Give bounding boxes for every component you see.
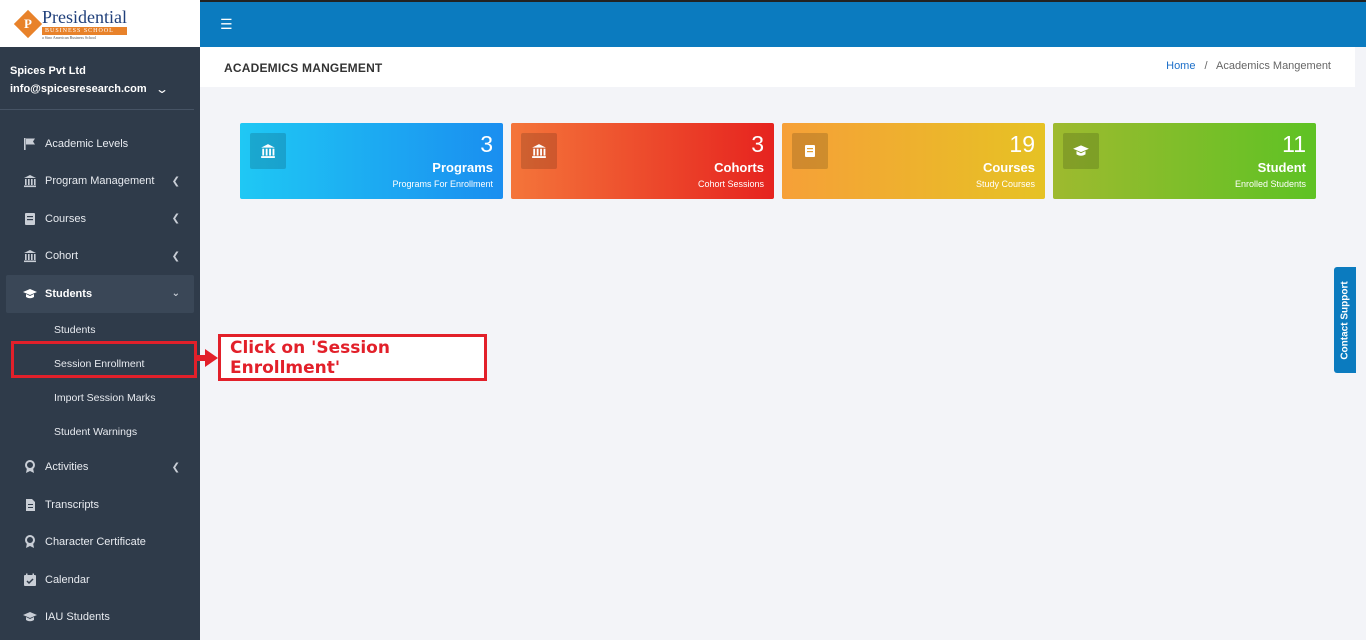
stat-number: 3 <box>480 131 493 157</box>
stat-card-programs[interactable]: 3 Programs Programs For Enrollment <box>240 123 503 199</box>
scrollbar[interactable] <box>1355 47 1366 640</box>
submenu-item-import-session-marks[interactable]: Import Session Marks <box>0 381 200 415</box>
logo-tagline: a Sino American Business School <box>42 34 96 40</box>
page-title: ACADEMICS MANGEMENT <box>224 61 383 75</box>
stat-label: Programs <box>432 160 493 175</box>
chevron-left-icon: ❮ <box>171 461 180 473</box>
institution-icon <box>521 133 557 169</box>
annotation-callout: Click on 'Session Enrollment' <box>218 334 487 381</box>
top-navbar: ☰ <box>200 0 1366 47</box>
sidebar-item-iau-students[interactable]: IAU Students <box>0 599 200 637</box>
logo-title: Presidential <box>42 6 127 27</box>
sidebar-item-transcripts[interactable]: Transcripts <box>0 486 200 524</box>
institution-icon <box>22 173 38 189</box>
sidebar-item-character-certificate[interactable]: Character Certificate <box>0 524 200 562</box>
sidebar-item-label: Calendar <box>45 573 90 586</box>
students-submenu: Students Session Enrollment Import Sessi… <box>0 313 200 449</box>
sidebar-item-label: Transcripts <box>45 498 99 511</box>
calendar-check-icon <box>22 572 38 588</box>
graduation-cap-icon <box>22 286 38 302</box>
logo-mark-icon: P <box>13 9 43 38</box>
breadcrumb-home-link[interactable]: Home <box>1166 60 1195 72</box>
annotation-text: Click on 'Session Enrollment' <box>230 337 390 378</box>
stat-card-courses[interactable]: 19 Courses Study Courses <box>782 123 1045 199</box>
user-email: info@spicesresearch.com <box>10 83 147 95</box>
submenu-item-student-warnings[interactable]: Student Warnings <box>0 415 200 449</box>
chevron-left-icon: ❮ <box>171 250 180 262</box>
sidebar-nav-lower: Activities ❮ Transcripts Character Certi… <box>0 449 200 637</box>
sidebar-item-students[interactable]: Students ⌄ <box>6 275 194 313</box>
arrow-right-icon <box>205 349 218 367</box>
institution-icon <box>250 133 286 169</box>
hamburger-menu-icon[interactable]: ☰ <box>220 16 233 33</box>
stat-label: Cohorts <box>714 160 764 175</box>
sidebar-nav: Academic Levels Program Management ❮ Cou… <box>0 110 200 313</box>
chevron-left-icon: ❮ <box>171 213 180 225</box>
chevron-left-icon: ❮ <box>171 175 180 187</box>
sidebar-item-label: Students <box>45 287 93 300</box>
annotation-highlight-box <box>11 341 197 378</box>
stat-number: 19 <box>1009 131 1035 157</box>
sidebar-item-label: Program Management <box>45 175 155 188</box>
breadcrumb-current: Academics Mangement <box>1216 60 1331 72</box>
chevron-down-icon[interactable]: ⌄ <box>155 82 169 96</box>
sidebar-item-program-management[interactable]: Program Management ❮ <box>0 163 200 201</box>
graduation-cap-icon <box>22 609 38 625</box>
sidebar-item-label: Activities <box>45 461 89 474</box>
stat-number: 11 <box>1282 131 1306 157</box>
stat-card-students[interactable]: 11 Student Enrolled Students <box>1053 123 1316 199</box>
sidebar-item-academic-levels[interactable]: Academic Levels <box>0 125 200 163</box>
graduation-cap-icon <box>1063 133 1099 169</box>
contact-support-label: Contact Support <box>1339 280 1351 360</box>
stat-card-cohorts[interactable]: 3 Cohorts Cohort Sessions <box>511 123 774 199</box>
breadcrumb: Home / Academics Mangement <box>1166 60 1331 72</box>
logo[interactable]: P Presidential BUSINESS SCHOOL a Sino Am… <box>13 6 127 40</box>
book-icon <box>792 133 828 169</box>
contact-support-tab[interactable]: Contact Support <box>1334 267 1356 373</box>
sidebar-item-label: Academic Levels <box>45 137 129 150</box>
sidebar: P Presidential BUSINESS SCHOOL a Sino Am… <box>0 0 200 640</box>
sidebar-item-label: Courses <box>45 212 86 225</box>
sidebar-item-cohort[interactable]: Cohort ❮ <box>0 238 200 276</box>
sidebar-item-label: IAU Students <box>45 611 110 624</box>
chevron-down-icon: ⌄ <box>171 288 180 300</box>
sidebar-item-calendar[interactable]: Calendar <box>0 561 200 599</box>
institution-icon <box>22 248 38 264</box>
award-icon <box>22 459 38 475</box>
award-icon <box>22 534 38 550</box>
sidebar-item-activities[interactable]: Activities ❮ <box>0 449 200 487</box>
stat-label: Courses <box>982 160 1035 175</box>
stat-description: Study Courses <box>975 179 1035 189</box>
stat-description: Cohort Sessions <box>697 179 764 189</box>
courses-icon <box>22 211 38 227</box>
logo-subtitle: BUSINESS SCHOOL <box>42 26 127 35</box>
sidebar-item-label: Cohort <box>45 250 79 263</box>
stat-label: Student <box>1257 160 1306 175</box>
stat-description: Enrolled Students <box>1234 179 1306 189</box>
stat-description: Programs For Enrollment <box>392 179 493 189</box>
sidebar-item-courses[interactable]: Courses ❮ <box>0 200 200 238</box>
user-profile: Spices Pvt Ltd info@spicesresearch.com ⌄ <box>0 47 194 110</box>
logo-area[interactable]: P Presidential BUSINESS SCHOOL a Sino Am… <box>0 0 200 47</box>
stat-number: 3 <box>751 131 764 157</box>
sidebar-item-label: Character Certificate <box>45 536 146 549</box>
flag-icon <box>22 136 38 152</box>
breadcrumb-separator: / <box>1204 60 1208 72</box>
document-icon <box>22 497 38 513</box>
page-header: ACADEMICS MANGEMENT Home / Academics Man… <box>200 47 1355 87</box>
org-name: Spices Pvt Ltd <box>10 65 86 77</box>
